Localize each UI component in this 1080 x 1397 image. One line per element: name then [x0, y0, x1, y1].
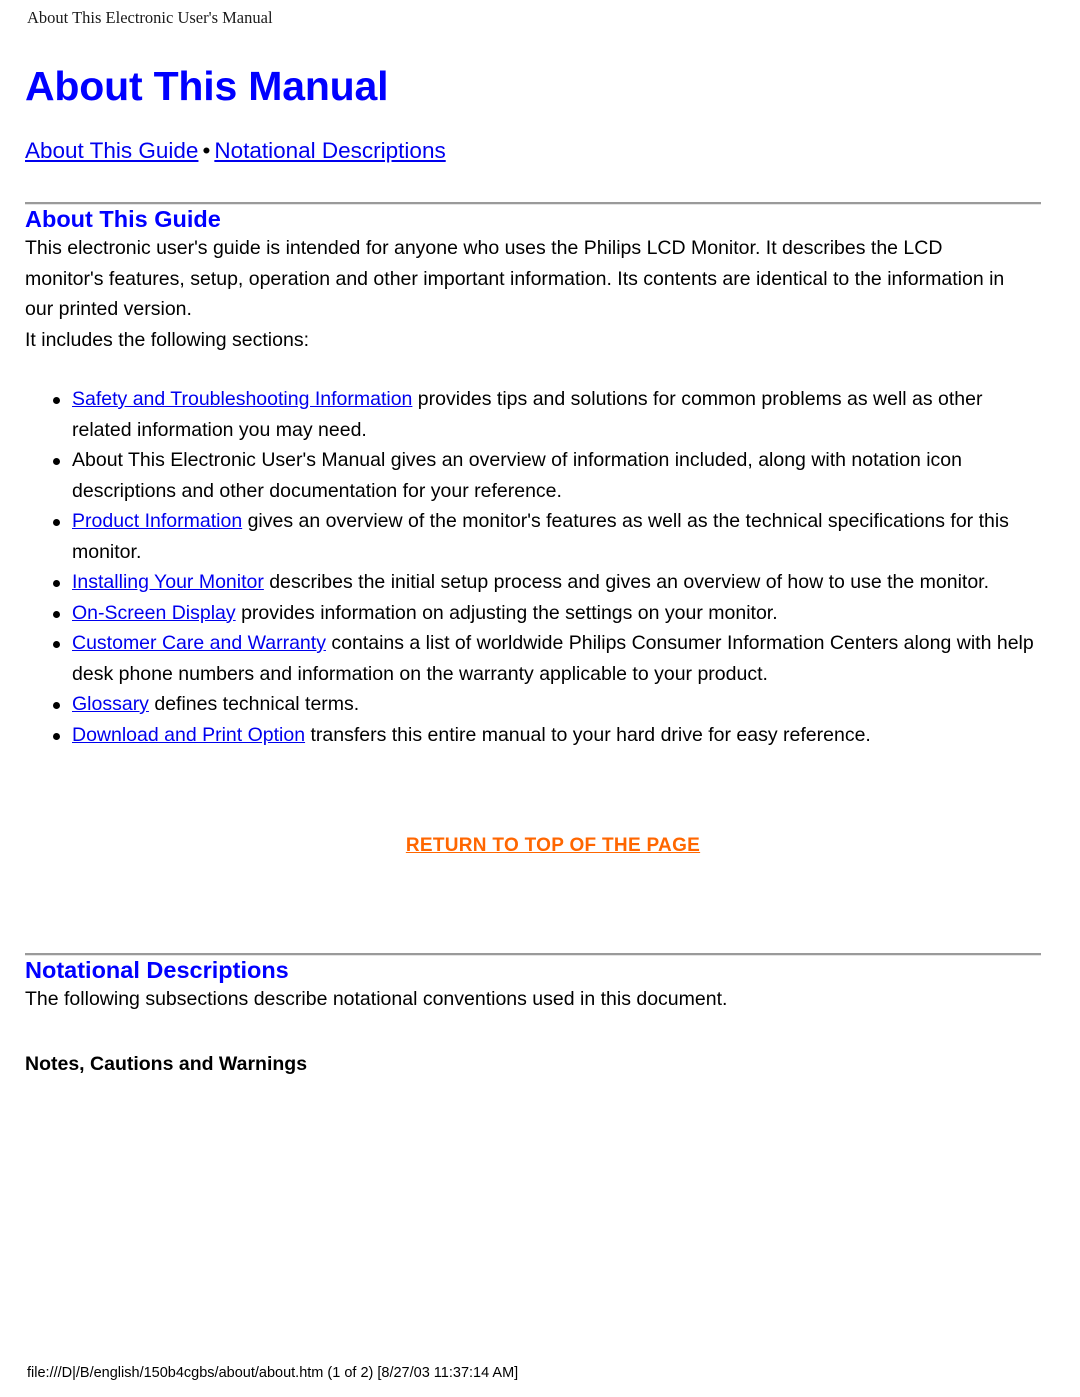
list-item-link-download-and-print-option[interactable]: Download and Print Option — [72, 724, 305, 746]
list-item-link-installing-your-monitor[interactable]: Installing Your Monitor — [72, 571, 264, 593]
paragraph-includes-sections: It includes the following sections: — [25, 328, 309, 351]
list-item-text: provides information on adjusting the se… — [235, 601, 778, 624]
list-item-text: About This Electronic User's Manual give… — [72, 449, 963, 502]
section-heading-about-this-guide: About This Guide — [25, 206, 221, 232]
page-footer-path: file:///D|/B/english/150b4cgbs/about/abo… — [27, 1365, 519, 1381]
list-item: Safety and Troubleshooting Information p… — [25, 384, 1041, 445]
return-to-top-wrap: RETURN TO TOP OF THE PAGE — [25, 834, 1041, 858]
section-nav: About This Guide • Notational Descriptions — [25, 137, 1041, 165]
list-item-text: describes the initial setup process and … — [263, 571, 990, 593]
list-item: Installing Your Monitor describes the in… — [25, 567, 1041, 598]
nav-link-notational-descriptions[interactable]: Notational Descriptions — [214, 138, 445, 163]
list-item-link-glossary[interactable]: Glossary — [72, 693, 149, 715]
list-item: Download and Print Option transfers this… — [25, 720, 1041, 751]
list-item-link-customer-care-and-warranty[interactable]: Customer Care and Warranty — [72, 632, 326, 654]
page-title: About This Manual — [25, 63, 389, 109]
list-item-text: defines technical terms. — [148, 693, 360, 715]
paragraph-guide-intro: This electronic user's guide is intended… — [25, 237, 1005, 320]
list-item: Customer Care and Warranty contains a li… — [25, 628, 1041, 689]
paragraph-notational-intro: The following subsections describe notat… — [25, 988, 728, 1010]
list-item-link-product-information[interactable]: Product Information — [72, 510, 242, 532]
list-item: Glossary defines technical terms. — [25, 689, 1041, 720]
nav-link-about-this-guide[interactable]: About This Guide — [25, 138, 198, 163]
sections-list: Safety and Troubleshooting Information p… — [25, 384, 1041, 750]
list-item-text: transfers this entire manual to your har… — [305, 723, 871, 746]
list-item-link-safety-and-troubleshooting[interactable]: Safety and Troubleshooting Information — [72, 388, 412, 410]
return-to-top-link[interactable]: RETURN TO TOP OF THE PAGE — [406, 835, 700, 856]
list-item: About This Electronic User's Manual give… — [25, 445, 1041, 506]
subheading-notes-cautions-warnings: Notes, Cautions and Warnings — [25, 1052, 308, 1075]
list-item: On-Screen Display provides information o… — [25, 598, 1041, 629]
document-content: About This Manual About This Guide • Notat… — [25, 62, 1041, 1077]
list-item: Product Information gives an overview of… — [25, 506, 1041, 567]
section-heading-notational-descriptions: Notational Descriptions — [25, 957, 289, 983]
nav-separator: • — [202, 138, 211, 163]
list-item-link-on-screen-display[interactable]: On-Screen Display — [72, 602, 236, 624]
running-head: About This Electronic User's Manual — [27, 8, 273, 27]
